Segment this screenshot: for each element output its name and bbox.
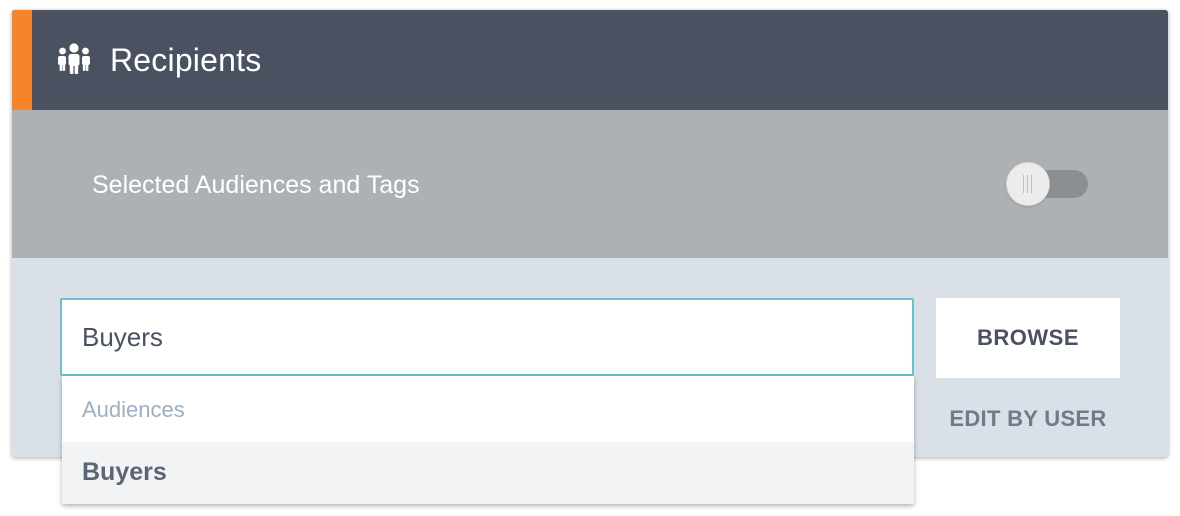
toggle-label: Selected Audiences and Tags [92, 171, 420, 199]
dropdown-group-label: Audiences [82, 397, 185, 422]
switch-knob[interactable] [1006, 162, 1050, 206]
dropdown-option-label: Buyers [82, 458, 167, 486]
audience-search-input[interactable] [60, 298, 914, 376]
autocomplete-dropdown: Audiences Buyers [62, 376, 914, 504]
accent-bar [12, 10, 32, 110]
panel-header: Recipients [12, 10, 1168, 110]
dropdown-option[interactable]: Buyers [62, 442, 914, 504]
edit-by-user-link[interactable]: EDIT BY USER [936, 406, 1120, 432]
panel-title: Recipients [110, 42, 262, 78]
browse-button[interactable]: BROWSE [936, 298, 1120, 378]
audiences-toggle-row: Selected Audiences and Tags [12, 110, 1168, 258]
people-group-icon [56, 41, 92, 77]
audiences-toggle-switch[interactable] [1006, 162, 1088, 206]
